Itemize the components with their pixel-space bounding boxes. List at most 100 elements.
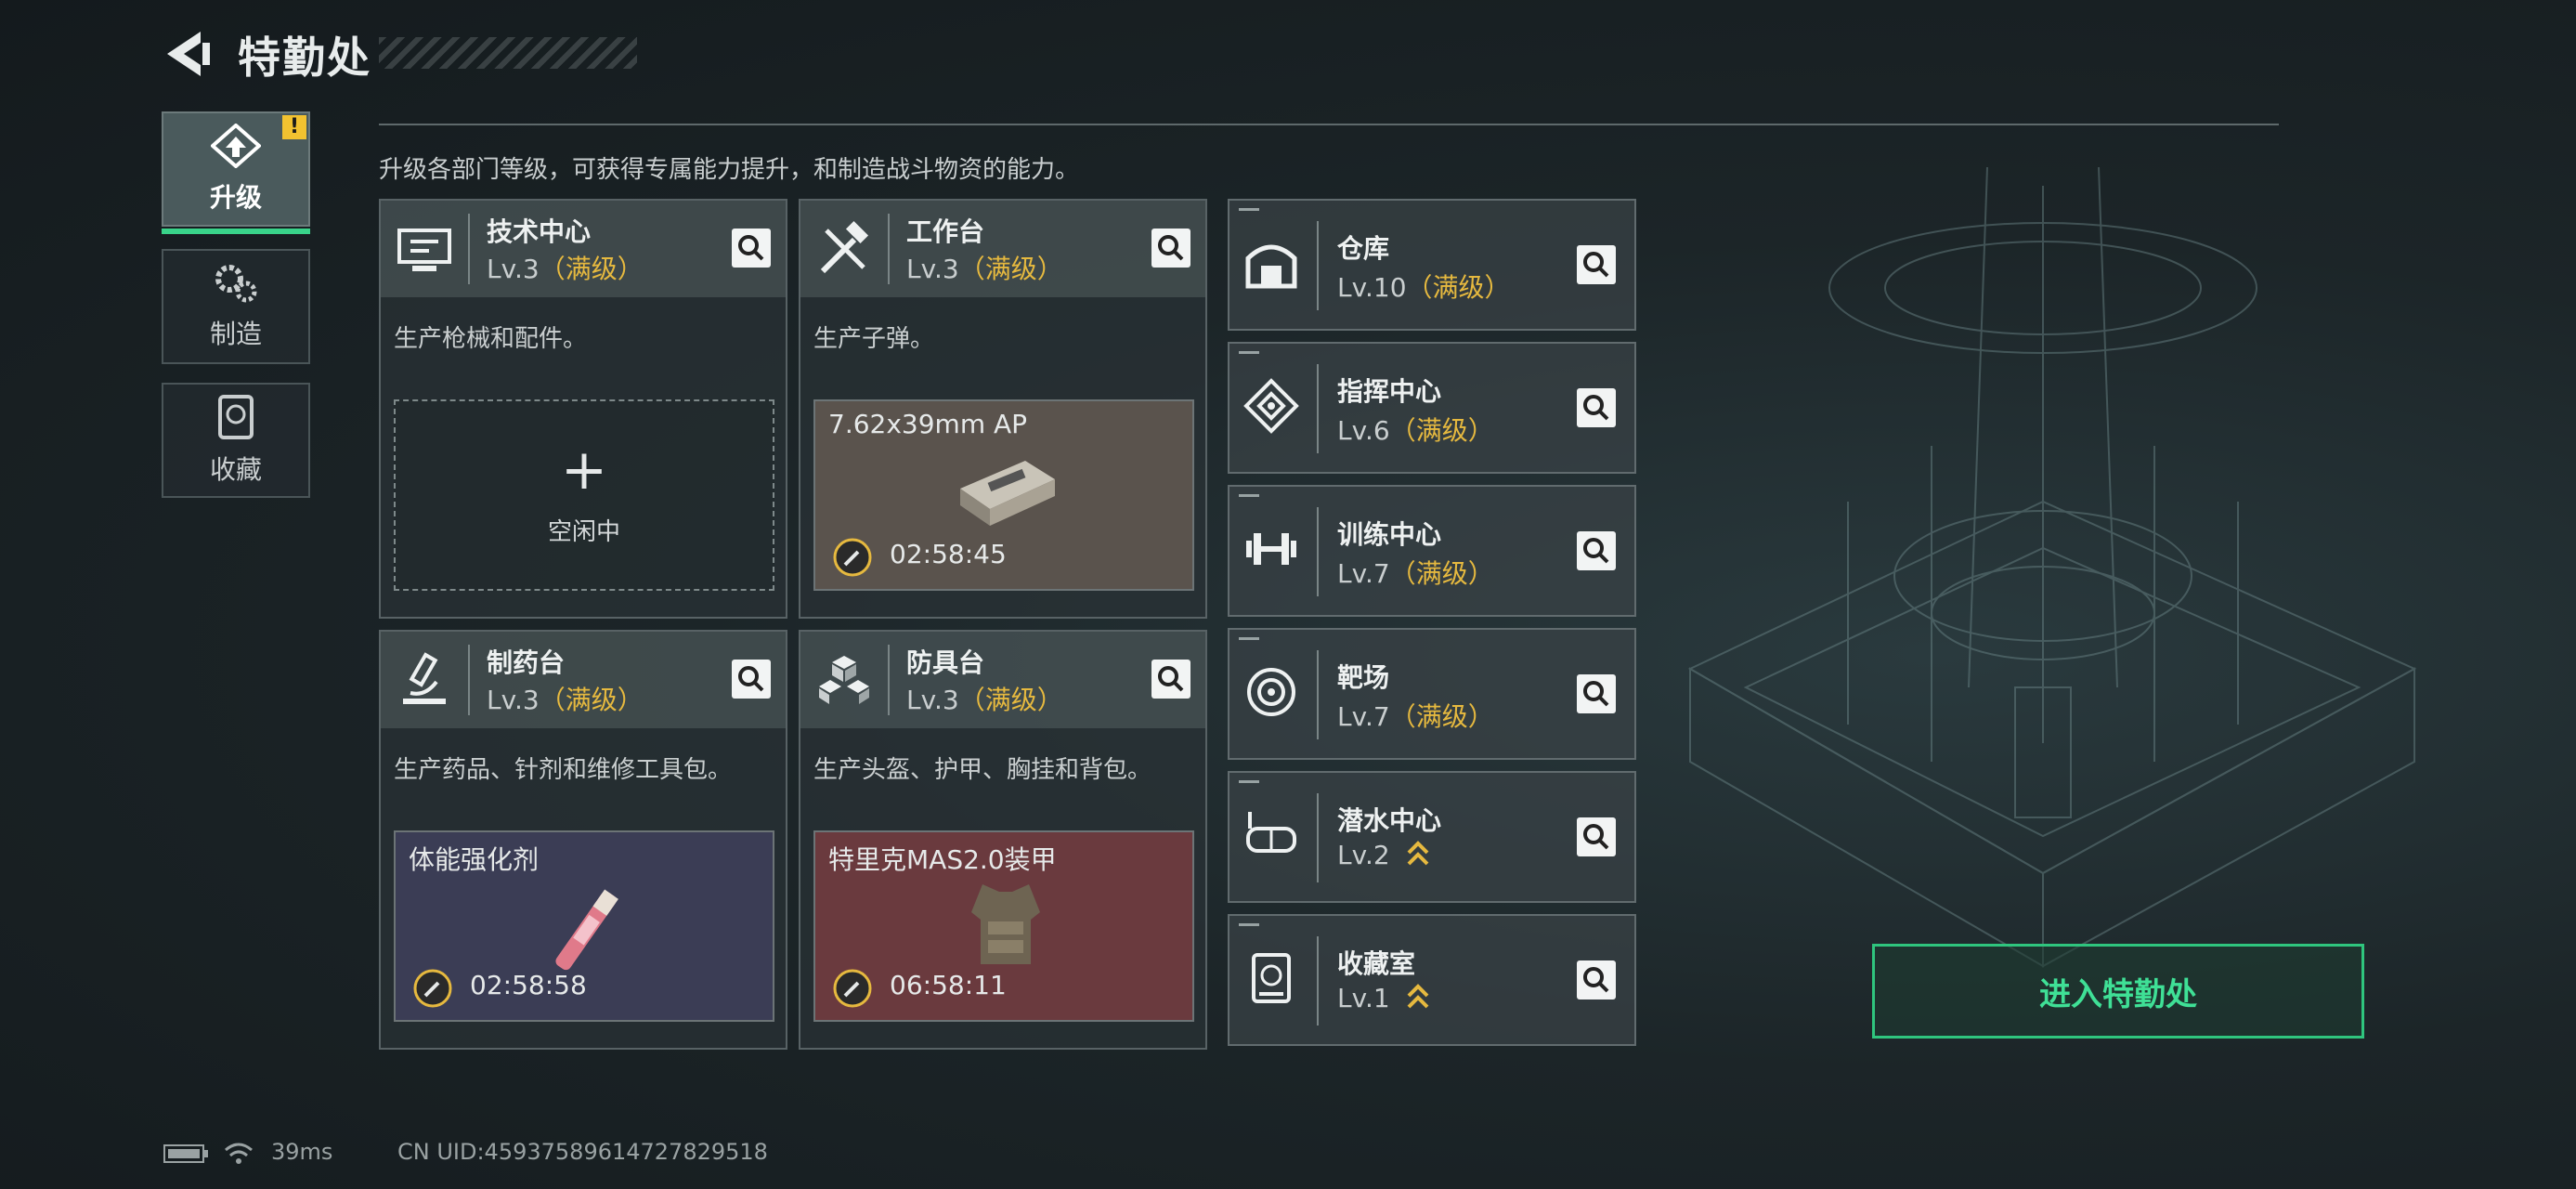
facility-name: 收藏室 xyxy=(1337,948,1416,979)
tab-label: 制造 xyxy=(209,319,262,349)
divider xyxy=(379,124,2279,125)
facility-description: 生产药品、针剂和维修工具包。 xyxy=(394,756,733,784)
facility-level: Lv.2 xyxy=(1337,840,1430,870)
page-description: 升级各部门等级，可获得专属能力提升，和制造战斗物资的能力。 xyxy=(379,156,1080,184)
inspect-button[interactable] xyxy=(1577,388,1616,427)
tab-upgrade[interactable]: ! 升级 xyxy=(162,111,310,234)
search-icon xyxy=(738,235,764,261)
add-icon: + xyxy=(560,437,608,503)
ammo-box-image xyxy=(960,461,1055,526)
user-uid: CN UID:4593758961472782951​8 xyxy=(397,1139,768,1165)
facility-level: Lv.10（满级） xyxy=(1337,272,1511,303)
facility-name: 制药台 xyxy=(487,647,566,678)
inspect-button[interactable] xyxy=(1577,817,1616,856)
target-icon xyxy=(1247,668,1295,716)
idle-label: 空闲中 xyxy=(547,517,620,546)
facility-card-warehouse[interactable]: 仓库 Lv.10（满级） xyxy=(1228,199,1636,331)
facility-level: Lv.1 xyxy=(1337,983,1430,1013)
body-armor-image xyxy=(971,884,1040,964)
craft-timer-icon xyxy=(413,969,452,1008)
command-center-icon xyxy=(1243,378,1299,434)
warehouse-icon xyxy=(1245,244,1297,289)
inspect-button[interactable] xyxy=(1577,245,1616,284)
search-icon xyxy=(1583,538,1609,564)
microscope-icon xyxy=(403,652,446,704)
tab-label: 升级 xyxy=(209,182,262,213)
facility-level: Lv.7（满级） xyxy=(1337,558,1494,589)
collection-room-icon xyxy=(1252,953,1291,1003)
facility-card-workbench[interactable]: 工作台 Lv.3（满级） 生产子弹。 7.62x39mm AP 02:58:45 xyxy=(799,199,1207,619)
base-blueprint-illustration xyxy=(1687,167,2417,968)
craft-timer: 06:58:11 xyxy=(890,970,1007,1000)
facility-card-armor-bench[interactable]: 防具台 Lv.3（满级） 生产头盔、护甲、胸挂和背包。 特里克MAS2.0装甲 … xyxy=(799,630,1207,1050)
inspect-button[interactable] xyxy=(732,229,771,268)
tab-label: 收藏 xyxy=(209,454,262,485)
monitor-icon xyxy=(397,229,451,271)
facility-level: Lv.3（满级） xyxy=(906,685,1063,715)
inspect-button[interactable] xyxy=(1577,531,1616,570)
facility-name: 指挥中心 xyxy=(1337,376,1442,407)
back-arrow-icon xyxy=(167,32,210,76)
facility-name: 靶场 xyxy=(1337,662,1390,693)
production-slot[interactable]: 体能强化剂 02:58:58 xyxy=(394,830,774,1022)
search-icon xyxy=(1583,681,1609,707)
enter-special-ops-button[interactable]: 进入特勤处 xyxy=(1872,944,2364,1039)
craft-timer-icon xyxy=(833,969,872,1008)
production-slot-idle[interactable]: + 空闲中 xyxy=(394,399,774,591)
title-decoration xyxy=(379,37,637,69)
craft-timer-icon xyxy=(833,538,872,577)
facility-card-training-center[interactable]: 训练中心 Lv.7（满级） xyxy=(1228,485,1636,617)
cubes-icon xyxy=(819,656,869,704)
item-name: 特里克MAS2.0装甲 xyxy=(828,844,1057,875)
inspect-button[interactable] xyxy=(732,660,771,699)
alert-badge: ! xyxy=(282,115,306,139)
page-title: 特勤处 xyxy=(238,33,371,83)
search-icon xyxy=(1583,252,1609,278)
injector-image xyxy=(555,889,618,971)
facility-description: 生产头盔、护甲、胸挂和背包。 xyxy=(813,756,1152,784)
search-icon xyxy=(1583,967,1609,993)
facility-name: 技术中心 xyxy=(487,216,592,247)
facility-card-collection-room[interactable]: 收藏室 Lv.1 xyxy=(1228,914,1636,1046)
item-name: 体能强化剂 xyxy=(409,844,540,875)
tab-craft[interactable]: 制造 xyxy=(162,249,310,364)
diving-mask-icon xyxy=(1246,812,1296,853)
facility-card-diving-center[interactable]: 潜水中心 Lv.2 xyxy=(1228,771,1636,903)
facility-level: Lv.6（满级） xyxy=(1337,415,1494,446)
facility-level: Lv.7（满级） xyxy=(1337,701,1494,732)
gears-icon xyxy=(215,265,257,303)
facility-name: 训练中心 xyxy=(1337,519,1442,550)
craft-timer: 02:58:45 xyxy=(890,539,1007,569)
craft-timer: 02:58:58 xyxy=(470,970,587,1000)
dumbbell-icon xyxy=(1246,533,1296,565)
facility-level: Lv.3（满级） xyxy=(487,685,644,715)
back-button[interactable] xyxy=(160,28,215,80)
search-icon xyxy=(738,666,764,692)
facility-card-tech-center[interactable]: 技术中心 Lv.3（满级） 生产枪械和配件。 + 空闲中 xyxy=(379,199,787,619)
facility-level: Lv.3（满级） xyxy=(906,254,1063,284)
facility-name: 仓库 xyxy=(1337,233,1390,264)
inspect-button[interactable] xyxy=(1577,960,1616,1000)
inspect-button[interactable] xyxy=(1151,229,1190,268)
upgrade-icon xyxy=(211,124,261,168)
facility-card-command-center[interactable]: 指挥中心 Lv.6（满级） xyxy=(1228,342,1636,474)
inspect-button[interactable] xyxy=(1577,674,1616,713)
facility-card-pharmacy[interactable]: 制药台 Lv.3（满级） 生产药品、针剂和维修工具包。 体能强化剂 02:58:… xyxy=(379,630,787,1050)
inspect-button[interactable] xyxy=(1151,660,1190,699)
production-slot[interactable]: 特里克MAS2.0装甲 06:58:11 xyxy=(813,830,1194,1022)
facility-description: 生产枪械和配件。 xyxy=(394,325,588,353)
battery-icon xyxy=(163,1144,208,1163)
facility-description: 生产子弹。 xyxy=(813,325,935,353)
upgrade-available-icon xyxy=(1407,841,1429,866)
search-icon xyxy=(1583,824,1609,850)
facility-name: 防具台 xyxy=(906,647,985,678)
search-icon xyxy=(1158,235,1184,261)
tab-collection[interactable]: 收藏 xyxy=(162,383,310,498)
item-name: 7.62x39mm AP xyxy=(828,409,1028,439)
tools-icon xyxy=(820,220,869,274)
ping-indicator: 39ms xyxy=(271,1139,333,1165)
facility-card-shooting-range[interactable]: 靶场 Lv.7（满级） xyxy=(1228,628,1636,760)
production-slot[interactable]: 7.62x39mm AP 02:58:45 xyxy=(813,399,1194,591)
collection-icon xyxy=(218,395,254,439)
facility-level: Lv.3（满级） xyxy=(487,254,644,284)
